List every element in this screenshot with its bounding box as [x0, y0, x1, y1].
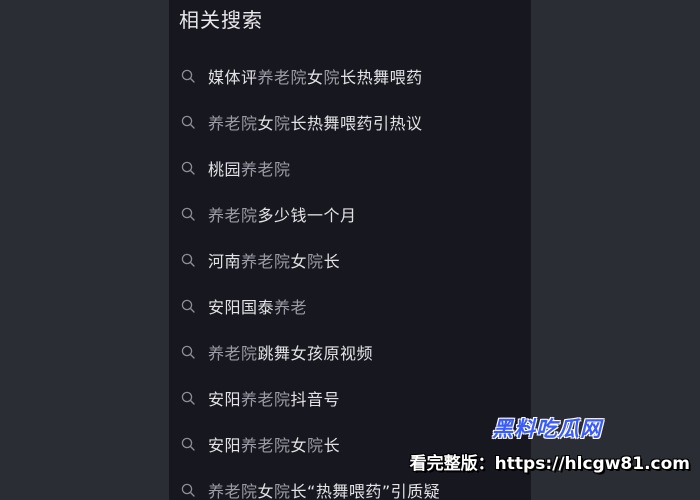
section-title: 相关搜索: [179, 8, 263, 32]
suggestion-item[interactable]: 河南养老院女院长: [169, 237, 531, 283]
search-icon: [180, 160, 196, 176]
suggestion-text: 养老院女院长“热舞喂药”引质疑: [208, 478, 440, 500]
query-highlight: 院: [307, 436, 324, 455]
suggestion-fragment: 女: [290, 252, 308, 271]
search-icon: [180, 436, 196, 452]
suggestion-text: 媒体评养老院女院长热舞喂药: [208, 64, 423, 88]
query-highlight: 院: [307, 252, 324, 271]
suggestion-fragment: 长热舞喂药: [340, 68, 423, 87]
suggestion-fragment: 女: [257, 482, 275, 500]
suggestion-item[interactable]: 安阳国泰养老: [169, 283, 531, 329]
suggestion-fragment: 跳舞女孩原视频: [257, 344, 374, 363]
suggestion-text: 河南养老院女院长: [208, 248, 340, 272]
suggestion-text: 桃园养老院: [208, 156, 291, 180]
suggestion-fragment: 女: [290, 436, 308, 455]
query-highlight: 养老院: [241, 160, 291, 179]
search-icon: [180, 298, 196, 314]
query-highlight: 院: [274, 114, 291, 133]
query-highlight: 养老: [274, 298, 308, 317]
suggestion-item[interactable]: 养老院跳舞女孩原视频: [169, 329, 531, 375]
query-highlight: 养老院: [241, 390, 291, 409]
suggestion-text: 养老院女院长热舞喂药引热议: [208, 110, 423, 134]
suggestion-fragment: 安阳: [208, 390, 242, 409]
query-highlight: 养老院: [257, 68, 308, 87]
query-highlight: 养老院: [241, 436, 291, 455]
search-icon: [180, 206, 196, 222]
search-icon: [180, 114, 196, 130]
suggestion-fragment: 女: [257, 114, 275, 133]
query-highlight: 养老院: [208, 114, 258, 133]
query-highlight: 院: [323, 68, 341, 87]
watermark: 黑料吃瓜网 看完整版：https://hlcgw81.com: [410, 413, 690, 474]
suggestion-fragment: 抖音号: [290, 390, 341, 409]
suggestion-fragment: 桃园: [208, 160, 242, 179]
suggestion-fragment: 河南: [208, 252, 242, 271]
suggestion-fragment: 长热舞喂药引热议: [290, 114, 423, 133]
query-highlight: 院: [274, 482, 291, 500]
suggestion-fragment: 长“热舞喂药”引质疑: [290, 482, 441, 500]
suggestion-text: 养老院多少钱一个月: [208, 202, 357, 226]
search-icon: [180, 344, 196, 360]
suggestion-fragment: 安阳: [208, 436, 242, 455]
suggestion-text: 安阳国泰养老: [208, 294, 307, 318]
search-icon: [180, 390, 196, 406]
suggestion-fragment: 长: [323, 252, 341, 271]
suggestion-text: 安阳养老院抖音号: [208, 386, 340, 410]
suggestion-item[interactable]: 养老院多少钱一个月: [169, 191, 531, 237]
search-icon: [180, 482, 196, 498]
suggestion-fragment: 媒体评: [208, 68, 258, 87]
suggestion-fragment: 长: [323, 436, 341, 455]
suggestion-item[interactable]: 桃园养老院: [169, 145, 531, 191]
suggestion-fragment: 安阳国泰: [208, 298, 275, 317]
watermark-url: 看完整版：https://hlcgw81.com: [409, 454, 690, 474]
suggestion-item[interactable]: 媒体评养老院女院长热舞喂药: [169, 53, 531, 99]
suggestion-fragment: 多少钱一个月: [257, 206, 357, 225]
query-highlight: 养老院: [208, 206, 258, 225]
query-highlight: 养老院: [208, 482, 258, 500]
query-highlight: 养老院: [241, 252, 291, 271]
suggestion-text: 安阳养老院女院长: [208, 432, 340, 456]
search-icon: [180, 252, 196, 268]
suggestion-fragment: 女: [307, 68, 324, 87]
query-highlight: 养老院: [208, 344, 258, 363]
search-icon: [180, 68, 196, 84]
suggestion-text: 养老院跳舞女孩原视频: [208, 340, 373, 364]
watermark-logo: 黑料吃瓜网: [492, 417, 602, 441]
suggestion-item[interactable]: 养老院女院长热舞喂药引热议: [169, 99, 531, 145]
